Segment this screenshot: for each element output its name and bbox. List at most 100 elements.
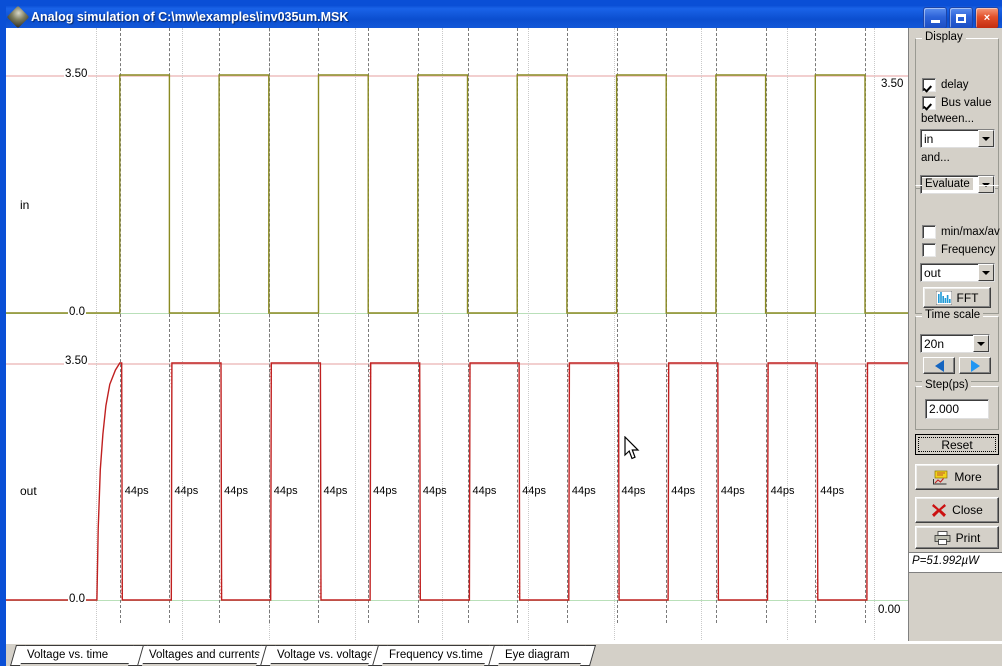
out-ymax-label: 3.50	[64, 355, 89, 367]
delay-annotation: 44ps	[671, 485, 696, 497]
out-ymin-label: 0.0	[68, 593, 86, 605]
power-readout-value: P=51.992µW	[912, 555, 980, 567]
control-sidebar: Display delay Bus value between... in an…	[908, 28, 1002, 641]
evaluate-signal-value: out	[924, 265, 941, 280]
waveform-plot[interactable]: 3.50 0.0 3.50 0.0 3.50 0.00 in out 44ps 4…	[6, 28, 908, 641]
tab-label: Voltages and currents	[149, 648, 261, 661]
minmaxav-checkbox-box	[922, 225, 936, 239]
window-controls: ×	[923, 7, 999, 28]
delay-annotation: 44ps	[770, 485, 795, 497]
in-ymax-label: 3.50	[64, 68, 89, 80]
close-panel-button-label: Close	[952, 503, 983, 517]
fft-button[interactable]: FFT	[923, 287, 991, 308]
tab-label: Eye diagram	[505, 648, 570, 661]
tab-list: Voltage vs. time Voltages and currents Vol…	[6, 644, 1002, 666]
delay-annotation: 44ps	[720, 485, 745, 497]
delay-annotation: 44ps	[571, 485, 596, 497]
signal-name-in: in	[20, 198, 30, 212]
bus-value-checkbox-label: Bus value	[941, 97, 992, 109]
time-scale-select[interactable]: 20n	[920, 334, 990, 353]
step-input-value: 2.000	[929, 402, 960, 416]
between-label: between...	[921, 113, 975, 125]
tab-voltage-vs-voltage[interactable]: Voltage vs. voltage	[268, 645, 376, 664]
chevron-down-icon	[978, 130, 994, 147]
tab-frequency-vs-time[interactable]: Frequency vs.time	[380, 645, 492, 664]
fft-button-label: FFT	[956, 290, 979, 305]
delay-annotation: 44ps	[224, 485, 248, 497]
evaluate-group-legend: Evaluate	[922, 178, 973, 190]
fft-icon	[935, 290, 952, 305]
tab-bar: Voltage vs. time Voltages and currents Vol…	[6, 644, 1002, 666]
waveform-in	[6, 74, 908, 314]
frequency-checkbox[interactable]: Frequency	[922, 243, 995, 257]
out-right-label: 0.00	[877, 604, 902, 616]
tab-label: Voltage vs. time	[27, 648, 109, 661]
delay-annotation: 44ps	[621, 485, 646, 497]
chevron-down-icon	[973, 335, 989, 352]
maximize-button[interactable]	[949, 7, 973, 28]
close-x-icon	[932, 504, 947, 517]
window-frame: Analog simulation of C:\mw\examples\inv0…	[0, 0, 1002, 666]
waveform-svg	[6, 74, 908, 601]
power-readout-field: P=51.992µW	[909, 552, 1002, 573]
delay-checkbox[interactable]: delay	[922, 78, 969, 92]
time-scale-value: 20n	[924, 336, 945, 351]
window-title: Analog simulation of C:\mw\examples\inv0…	[31, 10, 349, 24]
delay-annotation: 44ps	[422, 485, 447, 497]
in-right-label: 3.50	[880, 78, 905, 90]
and-label: and...	[921, 152, 950, 164]
delay-checkbox-box	[922, 78, 936, 92]
delay-annotation: 44ps	[522, 485, 547, 497]
minmaxav-checkbox[interactable]: min/max/av	[922, 225, 1000, 239]
time-scale-group-legend: Time scale	[922, 309, 984, 321]
delay-annotation: 44ps	[273, 485, 298, 497]
tab-label: Frequency vs.time	[389, 648, 483, 661]
maximize-icon	[956, 13, 966, 23]
minimize-button[interactable]	[923, 7, 947, 28]
signal-name-out: out	[20, 484, 37, 498]
delay-checkbox-label: delay	[941, 79, 969, 91]
application-window: Analog simulation of C:\mw\examples\inv0…	[0, 0, 1002, 666]
more-button-label: More	[954, 470, 982, 484]
minimize-icon	[930, 19, 940, 23]
title-bar: Analog simulation of C:\mw\examples\inv0…	[6, 6, 1002, 28]
printer-icon	[934, 530, 951, 545]
delay-annotation: 44ps	[174, 485, 199, 497]
delay-annotation: 44ps	[124, 485, 149, 497]
print-button[interactable]: Print	[915, 526, 999, 549]
more-button[interactable]: More	[915, 464, 999, 490]
tab-label: Voltage vs. voltage	[277, 648, 374, 661]
evaluate-signal-select[interactable]: out	[920, 263, 995, 282]
display-group-legend: Display	[922, 31, 966, 43]
bus-value-checkbox[interactable]: Bus value	[922, 96, 992, 110]
delay-annotation: 44ps	[373, 485, 398, 497]
chevron-down-icon	[978, 264, 994, 281]
delay-annotation: 44ps	[472, 485, 497, 497]
waveform-out	[6, 362, 908, 601]
in-ymin-label: 0.0	[68, 306, 86, 318]
step-group-legend: Step(ps)	[922, 379, 972, 391]
reset-button-label: Reset	[918, 437, 996, 452]
print-button-label: Print	[955, 530, 981, 545]
step-input[interactable]: 2.000	[925, 399, 989, 419]
time-scale-next-button[interactable]	[959, 357, 991, 374]
time-scale-prev-button[interactable]	[923, 357, 955, 374]
more-icon	[933, 470, 948, 484]
tab-eye-diagram[interactable]: Eye diagram	[496, 645, 588, 664]
reset-button[interactable]: Reset	[915, 434, 999, 455]
delay-annotation: 44ps	[820, 485, 845, 497]
between-signal-select[interactable]: in	[920, 129, 995, 148]
bus-value-checkbox-box	[922, 96, 936, 110]
close-button[interactable]: ×	[975, 7, 999, 28]
arrow-left-icon	[934, 359, 944, 372]
tab-voltages-and-currents[interactable]: Voltages and currents	[140, 645, 264, 664]
minmaxav-checkbox-label: min/max/av	[941, 226, 1000, 238]
client-area: 3.50 0.0 3.50 0.0 3.50 0.00 in out 44ps 4…	[6, 28, 1002, 666]
between-signal-value: in	[924, 131, 934, 146]
close-icon: ×	[983, 11, 991, 24]
delay-annotation: 44ps	[323, 485, 348, 497]
close-panel-button[interactable]: Close	[915, 497, 999, 523]
arrow-right-icon	[970, 359, 980, 372]
frequency-checkbox-box	[922, 243, 936, 257]
tab-voltage-vs-time[interactable]: Voltage vs. time	[18, 645, 136, 664]
